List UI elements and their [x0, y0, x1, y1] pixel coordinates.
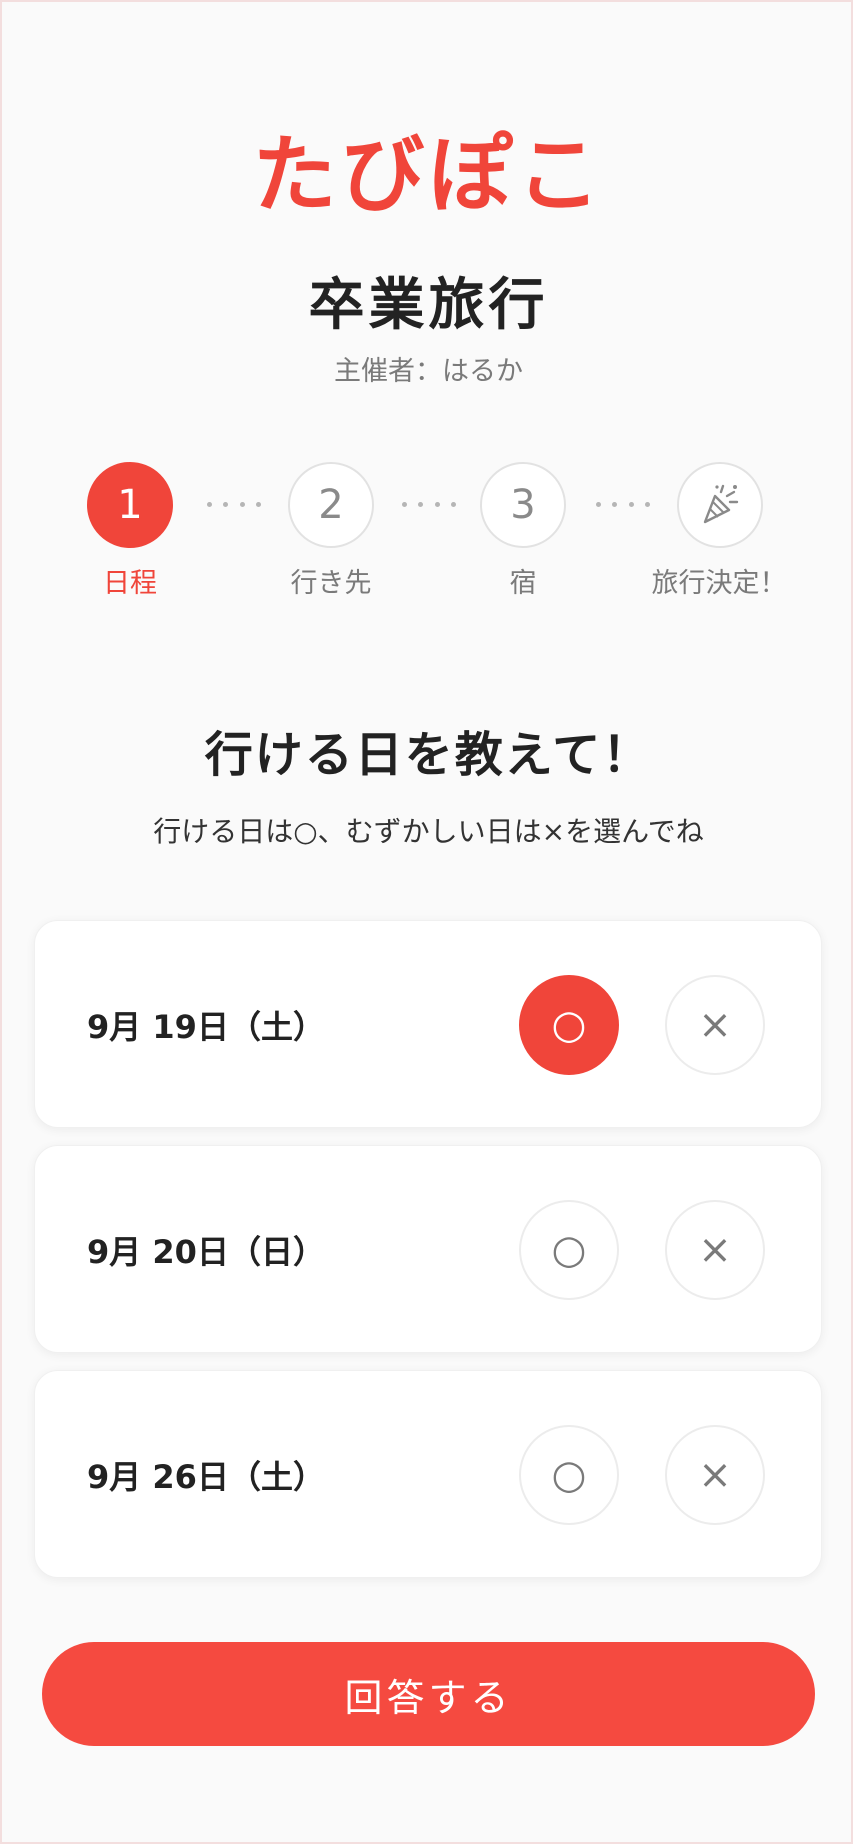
- submit-button[interactable]: 回答する: [42, 1642, 815, 1746]
- date-card: 9月 19日（土） ○ ×: [34, 920, 822, 1128]
- party-popper-icon: [697, 482, 743, 528]
- step-connector: [596, 502, 650, 508]
- date-label: 9月 20日（日）: [87, 1233, 325, 1271]
- available-button[interactable]: ○: [519, 1425, 619, 1525]
- date-label: 9月 26日（土）: [87, 1458, 325, 1496]
- date-card: 9月 20日（日） ○ ×: [34, 1145, 822, 1353]
- step-1-circle: 1: [87, 462, 173, 548]
- question-heading: 行ける日を教えて！: [204, 727, 653, 783]
- unavailable-button[interactable]: ×: [665, 1425, 765, 1525]
- unavailable-button[interactable]: ×: [665, 975, 765, 1075]
- step-connector: [207, 502, 261, 508]
- app-frame: たびぽこ 卒業旅行 主催者：はるか 1 日程 2 行き先 3 宿 旅行決定！ 行…: [0, 0, 853, 1844]
- date-card: 9月 26日（土） ○ ×: [34, 1370, 822, 1578]
- unavailable-button[interactable]: ×: [665, 1200, 765, 1300]
- step-4-circle: [677, 462, 763, 548]
- available-button[interactable]: ○: [519, 975, 619, 1075]
- step-1-label: 日程: [103, 568, 157, 599]
- step-4-label: 旅行決定！: [651, 568, 787, 599]
- app-logo: たびぽこ: [252, 126, 605, 224]
- available-button[interactable]: ○: [519, 1200, 619, 1300]
- question-hint: 行ける日は○、むずかしい日は×を選んでね: [153, 815, 704, 848]
- step-connector: [402, 502, 456, 508]
- step-2-circle: 2: [288, 462, 374, 548]
- step-2-label: 行き先: [290, 568, 372, 599]
- organizer-label: 主催者：はるか: [334, 356, 523, 387]
- date-label: 9月 19日（土）: [87, 1008, 325, 1046]
- step-3-circle: 3: [480, 462, 566, 548]
- trip-title: 卒業旅行: [308, 273, 549, 338]
- step-3-label: 宿: [509, 568, 537, 599]
